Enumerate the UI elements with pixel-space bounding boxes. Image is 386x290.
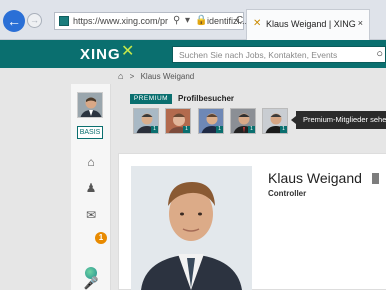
breadcrumb-separator: >	[129, 72, 135, 81]
search-input[interactable]: Suchen Sie nach Jobs, Kontakten, Events …	[172, 46, 386, 63]
visitor-avatar[interactable]: 1	[165, 108, 191, 134]
visitor-count: 1	[248, 126, 255, 133]
screenshot-root: ← → https://www.xing.com/pr ⚲ ▾ 🔒 identi…	[0, 0, 386, 290]
microphone-icon[interactable]: 🎤	[83, 275, 99, 290]
search-icon[interactable]: ⚲	[173, 15, 180, 26]
visitor-avatar[interactable]: 1	[262, 108, 288, 134]
xing-logo-mark-icon: ✕	[121, 43, 135, 60]
dropdown-chevron-icon[interactable]: ▾	[185, 15, 190, 26]
notification-count-badge: 1	[95, 232, 107, 244]
membership-badge[interactable]: BASIS	[77, 126, 103, 139]
refresh-icon[interactable]: C	[236, 15, 243, 26]
address-bar[interactable]: https://www.xing.com/pr ⚲ ▾ 🔒 identifizi…	[54, 12, 247, 30]
visitor-count: 1	[151, 126, 158, 133]
site-header: XING ✕ Suchen Sie nach Jobs, Kontakten, …	[0, 40, 386, 68]
search-icon[interactable]: ○	[376, 48, 383, 60]
premium-tooltip: Premium-Mitglieder sehen	[296, 111, 386, 129]
visitor-count: 1	[216, 126, 223, 133]
forward-button[interactable]: →	[27, 13, 42, 28]
tab-title: Klaus Weigand | XING	[266, 19, 356, 29]
profile-name: Klaus Weigand	[268, 170, 362, 186]
avatar[interactable]	[77, 92, 103, 118]
search-placeholder: Suchen Sie nach Jobs, Kontakten, Events	[179, 50, 338, 60]
profile-photo[interactable]	[131, 166, 252, 290]
back-button[interactable]: ←	[3, 10, 25, 32]
contacts-icon[interactable]: ♟	[83, 180, 99, 196]
left-sidebar: BASIS ⌂ ♟ ✉ 1	[71, 84, 111, 290]
site-favicon-icon	[59, 16, 69, 26]
breadcrumb: ⌂ > Klaus Weigand	[118, 71, 194, 81]
breadcrumb-current[interactable]: Klaus Weigand	[141, 72, 195, 81]
profile-role: Controller	[268, 189, 307, 198]
visitor-avatar[interactable]: 1	[133, 108, 159, 134]
visitors-title: Profilbesucher	[178, 94, 235, 103]
visitor-avatar[interactable]: 1	[198, 108, 224, 134]
name-edit-icon[interactable]	[372, 173, 379, 184]
xing-logo[interactable]: XING	[80, 46, 121, 63]
browser-toolbar: ← → https://www.xing.com/pr ⚲ ▾ 🔒 identi…	[0, 0, 386, 40]
home-icon[interactable]: ⌂	[83, 154, 99, 170]
browser-tab-active[interactable]: ✕ Klaus Weigand | XING ×	[246, 9, 370, 40]
visitor-avatar[interactable]: 1	[230, 108, 256, 134]
tab-close-icon[interactable]: ×	[358, 18, 363, 28]
address-url[interactable]: https://www.xing.com/pr	[73, 16, 168, 26]
premium-badge: PREMIUM	[130, 94, 172, 104]
messages-icon[interactable]: ✉	[83, 207, 99, 223]
visitor-count: 1	[280, 126, 287, 133]
xing-favicon-icon: ✕	[253, 18, 262, 29]
visitor-count: 1	[183, 126, 190, 133]
lock-icon: 🔒	[195, 15, 208, 26]
home-icon[interactable]: ⌂	[118, 71, 123, 81]
